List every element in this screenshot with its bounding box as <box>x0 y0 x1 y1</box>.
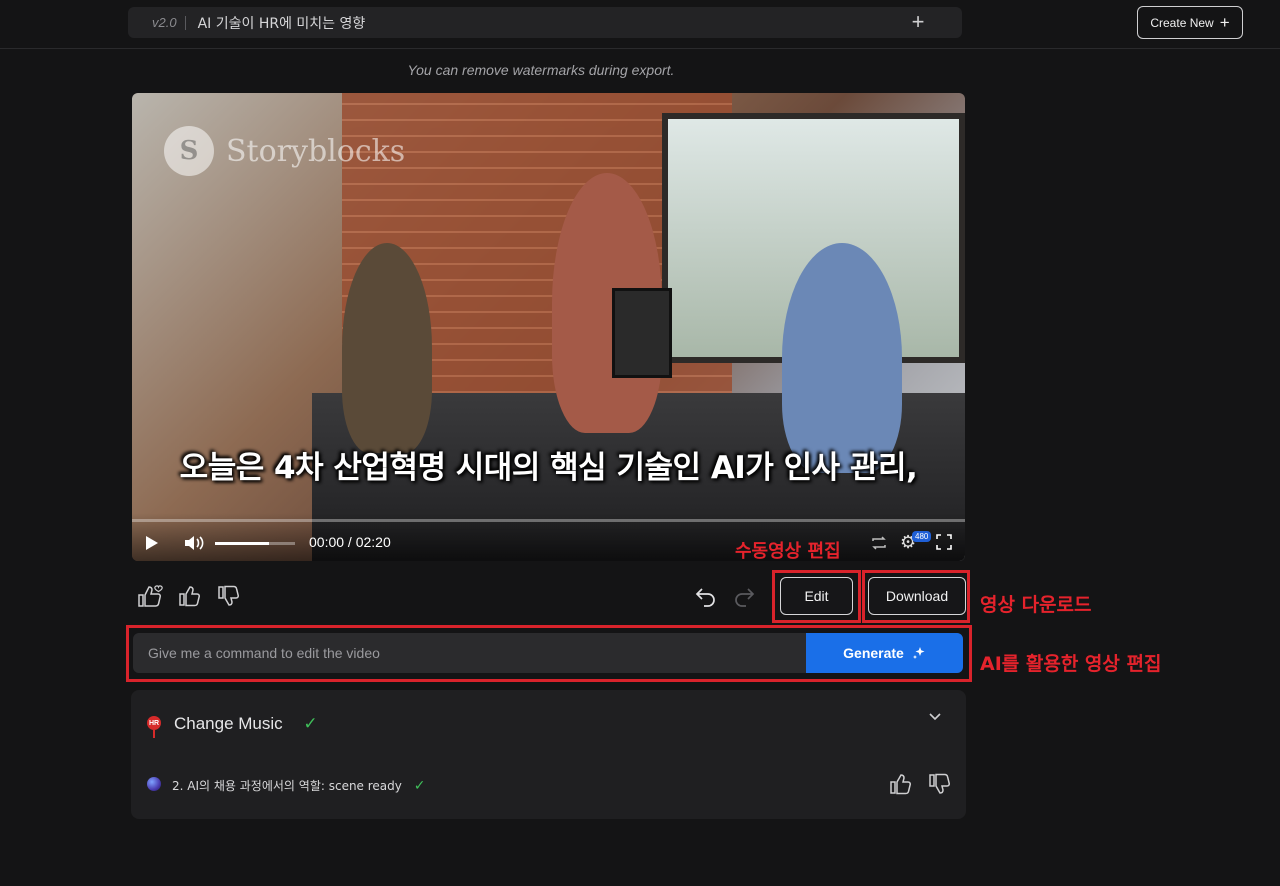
title-divider <box>184 15 186 30</box>
create-new-button[interactable]: Create New + <box>1137 6 1243 39</box>
scene-status-text: 2. AI의 채용 과정에서의 역할: scene ready <box>172 779 402 793</box>
video-subtitle: 오늘은 4차 산업혁명 시대의 핵심 기술인 AI가 인사 관리, <box>179 450 918 486</box>
volume-icon[interactable] <box>184 535 206 551</box>
plus-icon: + <box>1219 12 1230 32</box>
scene-status: 2. AI의 채용 과정에서의 역할: scene ready ✓ <box>172 777 425 794</box>
project-title[interactable]: AI 기술이 HR에 미치는 영향 <box>198 13 366 33</box>
generate-button[interactable]: Generate <box>806 633 963 673</box>
hr-badge-icon: HR <box>147 716 161 730</box>
seek-bar[interactable] <box>132 519 965 522</box>
change-music-label: Change Music <box>174 714 283 733</box>
annotation-ai-edit: AI를 활용한 영상 편집 <box>980 653 1162 675</box>
create-new-label: Create New <box>1150 15 1214 30</box>
video-frame-monitor <box>612 288 672 378</box>
highlight-download <box>862 570 970 623</box>
video-frame-person <box>342 243 432 453</box>
thumbs-up-icon[interactable] <box>889 773 911 795</box>
change-music-row[interactable]: Change Music ✓ <box>174 714 318 734</box>
volume-slider-fill <box>215 542 269 545</box>
video-frame-person <box>782 243 902 473</box>
add-icon[interactable]: + <box>908 11 928 33</box>
command-bar: Generate <box>133 633 963 673</box>
undo-icon[interactable] <box>695 585 721 611</box>
annotation-manual-edit: 수동영상 편집 <box>735 541 841 562</box>
chevron-down-icon[interactable] <box>929 713 941 721</box>
command-input[interactable] <box>133 633 806 673</box>
redo-icon[interactable] <box>733 585 759 611</box>
watermark-note: You can remove watermarks during export. <box>407 62 675 78</box>
storyblocks-watermark: S Storyblocks <box>164 126 405 176</box>
storyblocks-wordmark: Storyblocks <box>226 133 406 169</box>
hr-badge-pin <box>153 730 155 738</box>
annotation-download: 영상 다운로드 <box>980 594 1092 616</box>
task-panel: HR Change Music ✓ 2. AI의 채용 과정에서의 역할: sc… <box>131 690 966 819</box>
fullscreen-icon[interactable] <box>936 534 952 550</box>
quality-badge: 480 <box>912 531 932 542</box>
version-label: v2.0 <box>152 15 177 30</box>
check-icon: ✓ <box>413 778 426 794</box>
thumbs-up-icon[interactable] <box>178 585 204 611</box>
scene-avatar-icon <box>147 777 161 791</box>
love-icon[interactable] <box>137 584 163 610</box>
thumbs-down-icon[interactable] <box>928 773 950 795</box>
storyblocks-logo-icon: S <box>164 126 214 176</box>
time-display: 00:00 / 02:20 <box>309 534 391 550</box>
video-player[interactable]: S Storyblocks 오늘은 4차 산업혁명 시대의 핵심 기술인 AI가… <box>132 93 965 561</box>
play-icon[interactable] <box>146 536 158 550</box>
generate-label: Generate <box>843 645 904 661</box>
highlight-edit <box>772 570 861 623</box>
thumbs-down-icon[interactable] <box>217 585 243 611</box>
loop-icon[interactable] <box>870 534 888 552</box>
project-title-bar[interactable]: v2.0 AI 기술이 HR에 미치는 영향 + <box>128 7 962 38</box>
volume-slider[interactable] <box>215 542 295 545</box>
check-icon: ✓ <box>303 714 318 733</box>
sparkle-icon <box>912 646 926 660</box>
top-bar: v2.0 AI 기술이 HR에 미치는 영향 + Create New + <box>0 0 1280 49</box>
